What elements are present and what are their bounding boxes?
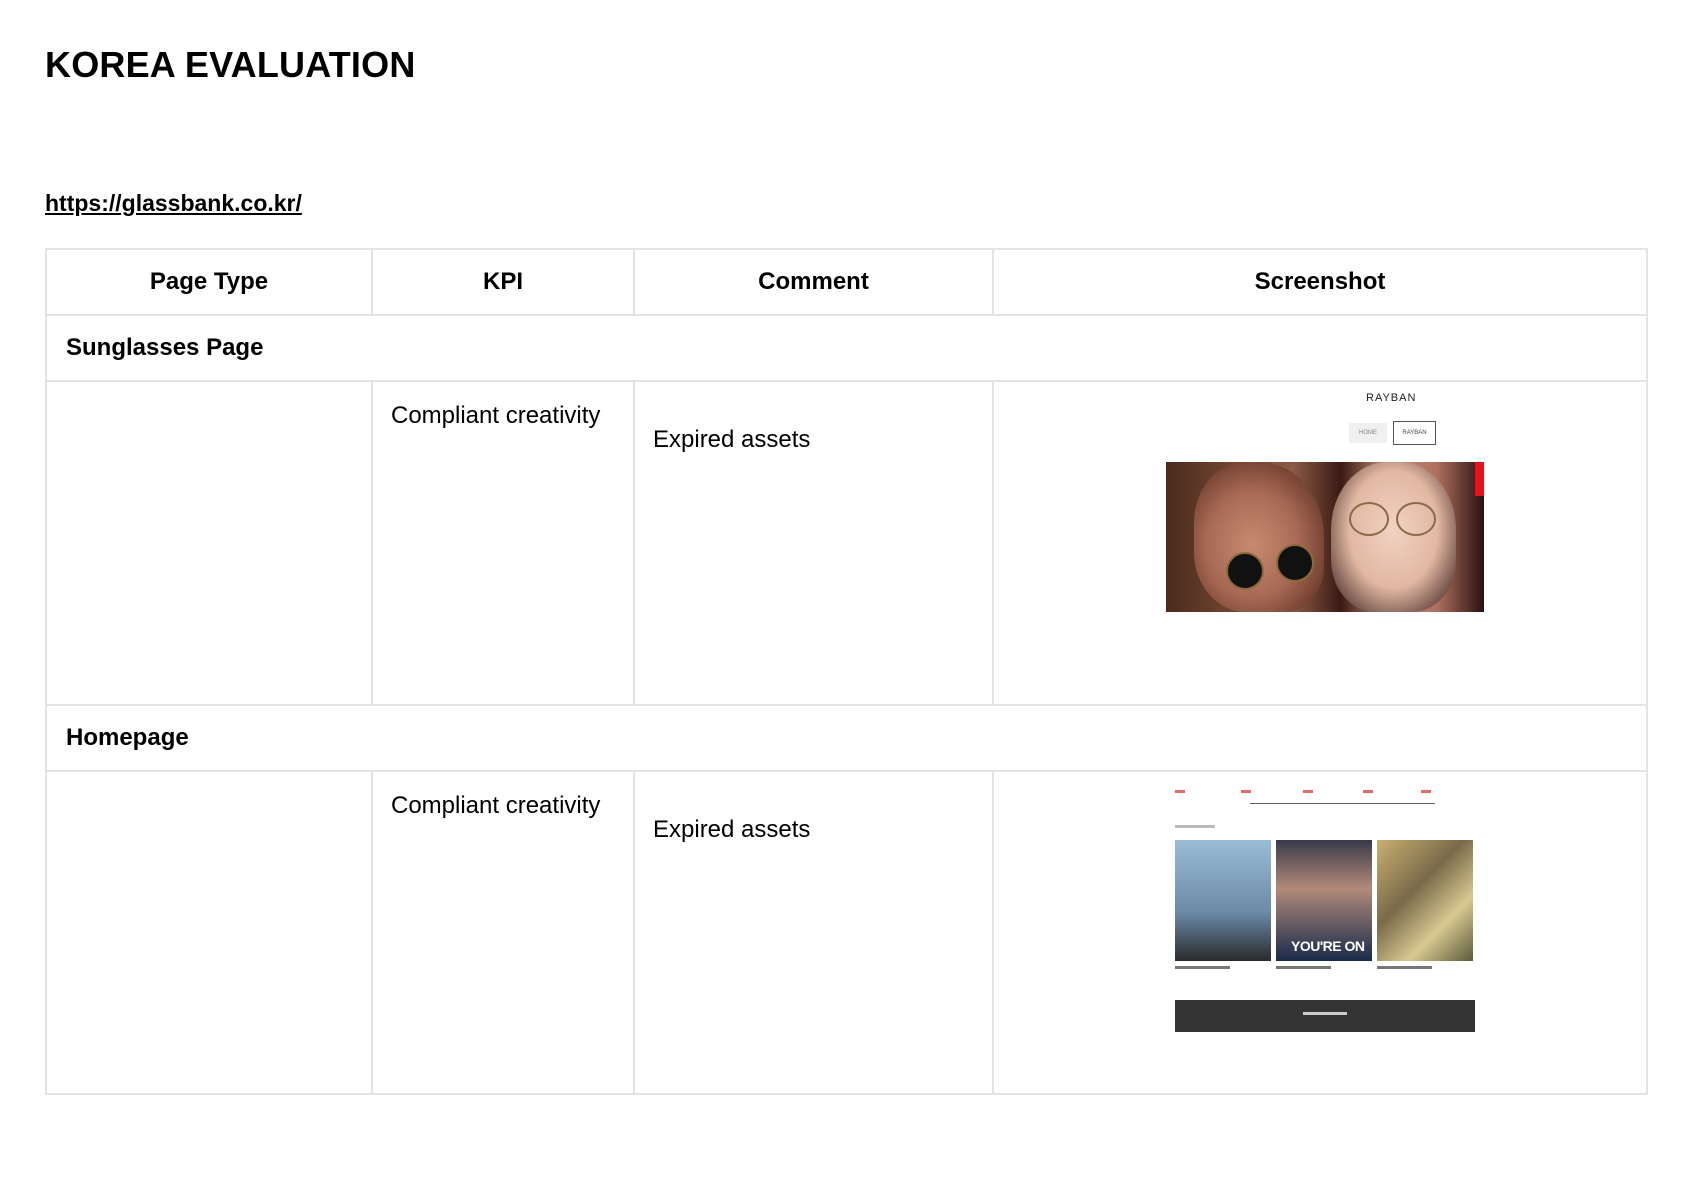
header-screenshot: Screenshot (992, 248, 1648, 316)
card-caption (1175, 966, 1230, 969)
brand-logo-text: RAYBAN (1366, 392, 1417, 404)
kpi-cell: Compliant creativity (371, 770, 635, 1095)
screenshot-cell: RAYBAN HOME RAYBAN (992, 380, 1648, 706)
table-row: Compliant creativity Expired assets RAYB… (45, 380, 1648, 706)
screenshot-footer-bar (1175, 1000, 1475, 1032)
table-row: Compliant creativity Expired assets YOU'… (45, 770, 1648, 1095)
section-row: Sunglasses Page (45, 314, 1648, 382)
nav-marker (1421, 790, 1431, 793)
promo-card-image (1175, 840, 1271, 961)
nav-marker (1363, 790, 1373, 793)
comment-cell: Expired assets (633, 770, 994, 1095)
eyeglass-lens-icon (1349, 502, 1389, 536)
sunglasses-lens-icon (1276, 544, 1314, 582)
page-type-cell (45, 770, 373, 1095)
document-title: KOREA EVALUATION (45, 44, 416, 85)
promo-card-image (1377, 840, 1473, 961)
screenshot-nav-bar (1175, 790, 1475, 798)
screenshot-cell: YOU'RE ON (992, 770, 1648, 1095)
sunglasses-lens-icon (1226, 552, 1264, 590)
sunglasses-banner-image (1166, 462, 1484, 612)
evaluation-table: Page Type KPI Comment Screenshot Sunglas… (45, 248, 1648, 1095)
footer-caption (1303, 1012, 1347, 1015)
card-caption (1377, 966, 1432, 969)
comment-cell: Expired assets (633, 380, 994, 706)
nav-marker (1241, 790, 1251, 793)
eyeglass-lens-icon (1396, 502, 1436, 536)
screenshot-home-button: HOME (1349, 423, 1387, 443)
model-left-photo (1194, 462, 1324, 612)
page-type-cell (45, 380, 373, 706)
nav-marker (1303, 790, 1313, 793)
header-page-type: Page Type (45, 248, 373, 316)
nav-underline (1250, 803, 1435, 804)
section-title-homepage: Homepage (45, 704, 1648, 772)
header-comment: Comment (633, 248, 994, 316)
table-header-row: Page Type KPI Comment Screenshot (45, 248, 1648, 316)
site-url-link[interactable]: https://glassbank.co.kr/ (45, 190, 302, 217)
nav-marker (1175, 790, 1185, 793)
homepage-screenshot: YOU'RE ON (1175, 786, 1475, 1032)
sunglasses-page-screenshot: RAYBAN HOME RAYBAN (1166, 392, 1484, 612)
promo-overlay-text: YOU'RE ON (1291, 938, 1365, 954)
model-right-photo (1331, 462, 1456, 612)
red-brand-tag (1475, 462, 1484, 496)
header-kpi: KPI (371, 248, 635, 316)
screenshot-brand-button: RAYBAN (1393, 421, 1436, 445)
section-row: Homepage (45, 704, 1648, 772)
section-title-sunglasses: Sunglasses Page (45, 314, 1648, 382)
kpi-cell: Compliant creativity (371, 380, 635, 706)
section-caption (1175, 825, 1215, 828)
card-caption (1276, 966, 1331, 969)
